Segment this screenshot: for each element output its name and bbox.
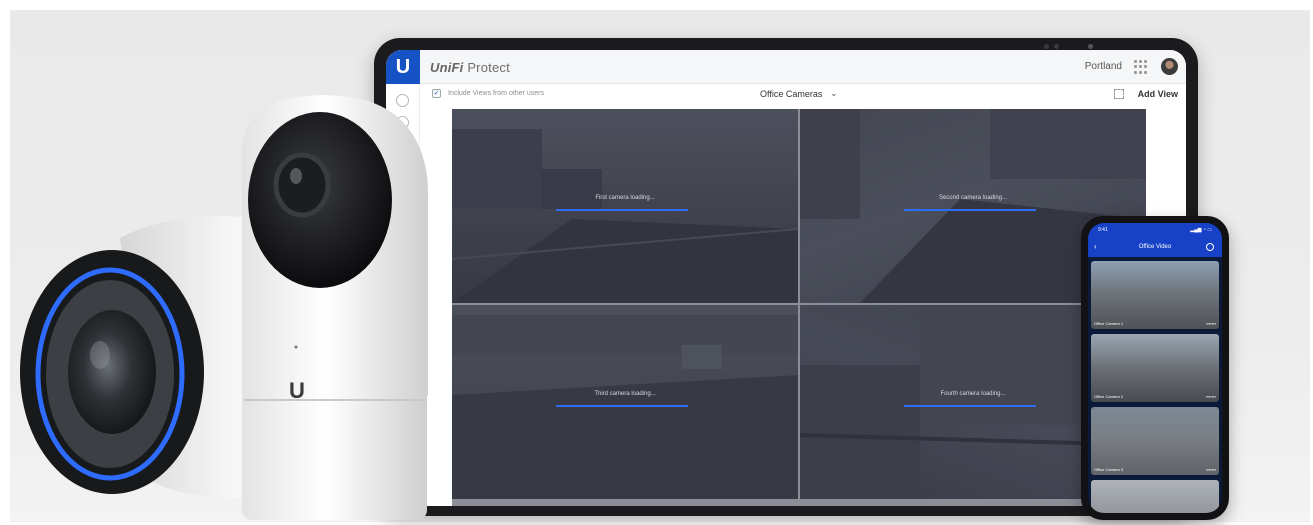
chevron-down-icon[interactable]: ⌄ (830, 88, 838, 99)
phone-camera-thumb[interactable]: Office Camera 1 ▪▪▪▪▪▪▪ (1091, 261, 1219, 329)
feed-progress-bar (904, 209, 1036, 211)
dome-logo: U (289, 378, 305, 403)
thumb-label: Office Camera 1 (1094, 321, 1124, 326)
feed-progress-bar (904, 405, 1036, 407)
feed-progress-bar (556, 209, 688, 211)
phone-title: Office Video (1138, 244, 1172, 250)
dome-base (242, 390, 427, 520)
thumb-meta: ▪▪▪▪▪▪▪ (1206, 467, 1216, 472)
site-selector[interactable]: Portland (1085, 61, 1122, 72)
tablet-camera (1044, 44, 1093, 49)
phone-screen: 9:41 ▂▄▆ ◔ ▭ ‹ Office Video Office Camer… (1088, 223, 1222, 513)
thumb-meta: ▪▪▪▪▪▪▪ (1206, 321, 1216, 326)
dome-camera: U (242, 95, 429, 520)
thumb-label: Office Camera 3 (1094, 467, 1124, 472)
phone-time: 9:41 (1098, 227, 1108, 233)
add-view-button[interactable]: Add View (1138, 89, 1178, 99)
phone-status-bar: 9:41 ▂▄▆ ◔ ▭ (1098, 227, 1212, 233)
view-toolbar: ✓ Include Views from other users Office … (420, 84, 1186, 106)
apps-grid-icon[interactable] (1134, 60, 1148, 74)
phone-status-icons: ▂▄▆ ◔ ▭ (1190, 227, 1212, 233)
feed-status: Second camera loading... (938, 195, 1008, 201)
settings-circle-icon[interactable] (1206, 243, 1214, 251)
user-avatar[interactable] (1161, 58, 1178, 75)
thumb-label: Office Camera 2 (1094, 394, 1124, 399)
feed-progress-bar (556, 405, 688, 407)
dome-lens (273, 152, 331, 218)
phone-device: 9:41 ▂▄▆ ◔ ▭ ‹ Office Video Office Camer… (1081, 216, 1229, 520)
camera-grid: First camera loading... Second camera lo… (452, 109, 1146, 506)
phone-header: 9:41 ▂▄▆ ◔ ▭ ‹ Office Video (1088, 223, 1222, 257)
view-select[interactable]: Office Cameras (760, 89, 822, 99)
phone-camera-thumb[interactable]: Office Camera 3 ▪▪▪▪▪▪▪ (1091, 407, 1219, 475)
phone-camera-thumb[interactable] (1091, 480, 1219, 513)
fullscreen-icon[interactable] (1114, 89, 1124, 99)
thumb-meta: ▪▪▪▪▪▪▪ (1206, 394, 1216, 399)
phone-camera-thumb[interactable]: Office Camera 2 ▪▪▪▪▪▪▪ (1091, 334, 1219, 402)
